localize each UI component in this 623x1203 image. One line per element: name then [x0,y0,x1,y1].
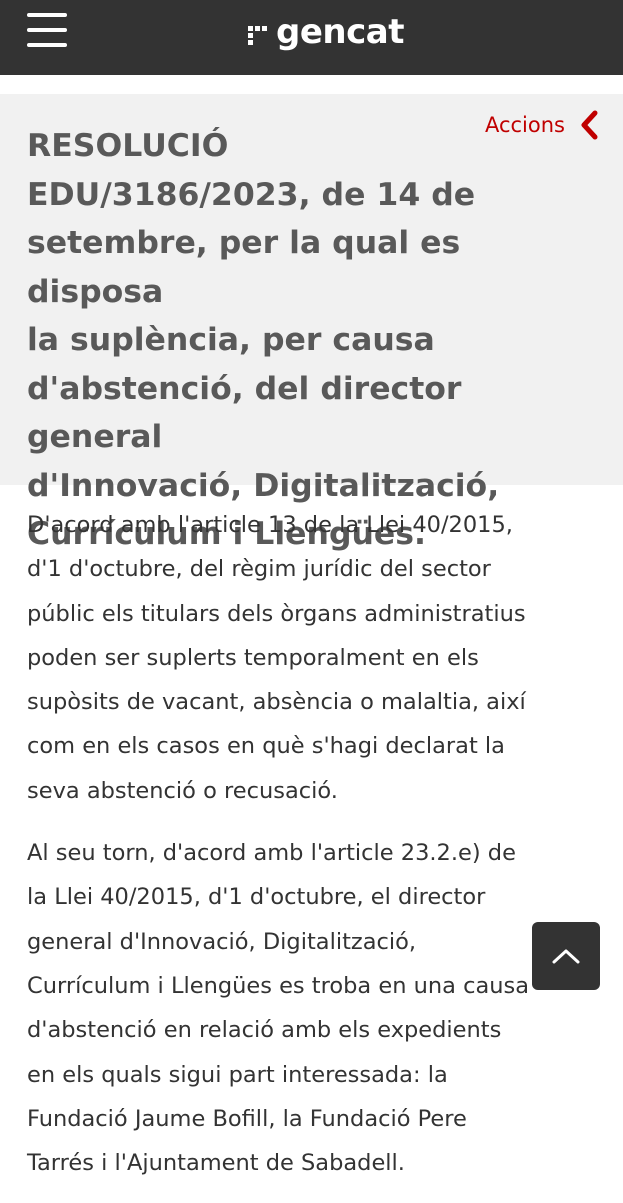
document-title: RESOLUCIÓ EDU/3186/2023, de 14 de setemb… [27,122,587,559]
gencat-logo-mark-icon [248,26,267,45]
back-to-top-button[interactable] [532,922,600,990]
paragraph-2: Al seu torn, d'acord amb l'article 23.2.… [27,831,602,1185]
title-line: d'abstenció, del director general [27,370,462,456]
document-title-block: Accions RESOLUCIÓ EDU/3186/2023, de 14 d… [0,94,623,552]
paragraph-line: Tarrés i l'Ajuntament de Sabadell. [27,1150,405,1177]
chevron-up-icon [552,949,580,964]
paragraph-line: la Llei 40/2015, d'1 d'octubre, el direc… [27,884,486,911]
title-line: la suplència, per causa [27,322,435,358]
document-body: D'acord amb l'article 13 de la Llei 40/2… [27,503,602,1203]
paragraph-line: d'abstenció en relació amb els expedient… [27,1017,502,1044]
title-line: setembre, per la qual es disposa [27,225,461,310]
top-bar: gencat [0,0,623,75]
paragraph-line: general d'Innovació, Digitalització, [27,928,417,955]
paragraph-1: D'acord amb l'article 13 de la Llei 40/2… [27,503,602,813]
gencat-logo[interactable]: gencat [246,10,404,54]
paragraph-line: Fundació Jaume Bofill, la Fundació Pere [27,1105,467,1132]
logo-text: gencat [276,12,404,52]
paragraph-line: poden ser suplerts temporalment en els [27,644,479,671]
paragraph-line: supòsits de vacant, absència o malaltia,… [27,689,526,716]
paragraph-line: com en els casos en què s'hagi declarat … [27,733,505,760]
paragraph-line: D'acord amb l'article 13 de la Llei 40/2… [27,512,513,538]
paragraph-line: seva abstenció o recusació. [27,777,338,804]
paragraph-line: Currículum i Llengües es troba en una ca… [27,972,530,999]
title-line: RESOLUCIÓ [27,128,229,164]
paragraph-line: d'1 d'octubre, del règim jurídic del sec… [27,556,491,583]
title-line: d'Innovació, Digitalització, [27,467,500,504]
title-line: EDU/3186/2023, de 14 de [27,176,476,213]
paragraph-line: en els quals sigui part interessada: la [27,1061,448,1088]
menu-button[interactable] [27,13,67,47]
paragraph-line: Al seu torn, d'acord amb l'article 23.2.… [27,840,516,867]
paragraph-line: públic els titulars dels òrgans administ… [27,600,526,627]
